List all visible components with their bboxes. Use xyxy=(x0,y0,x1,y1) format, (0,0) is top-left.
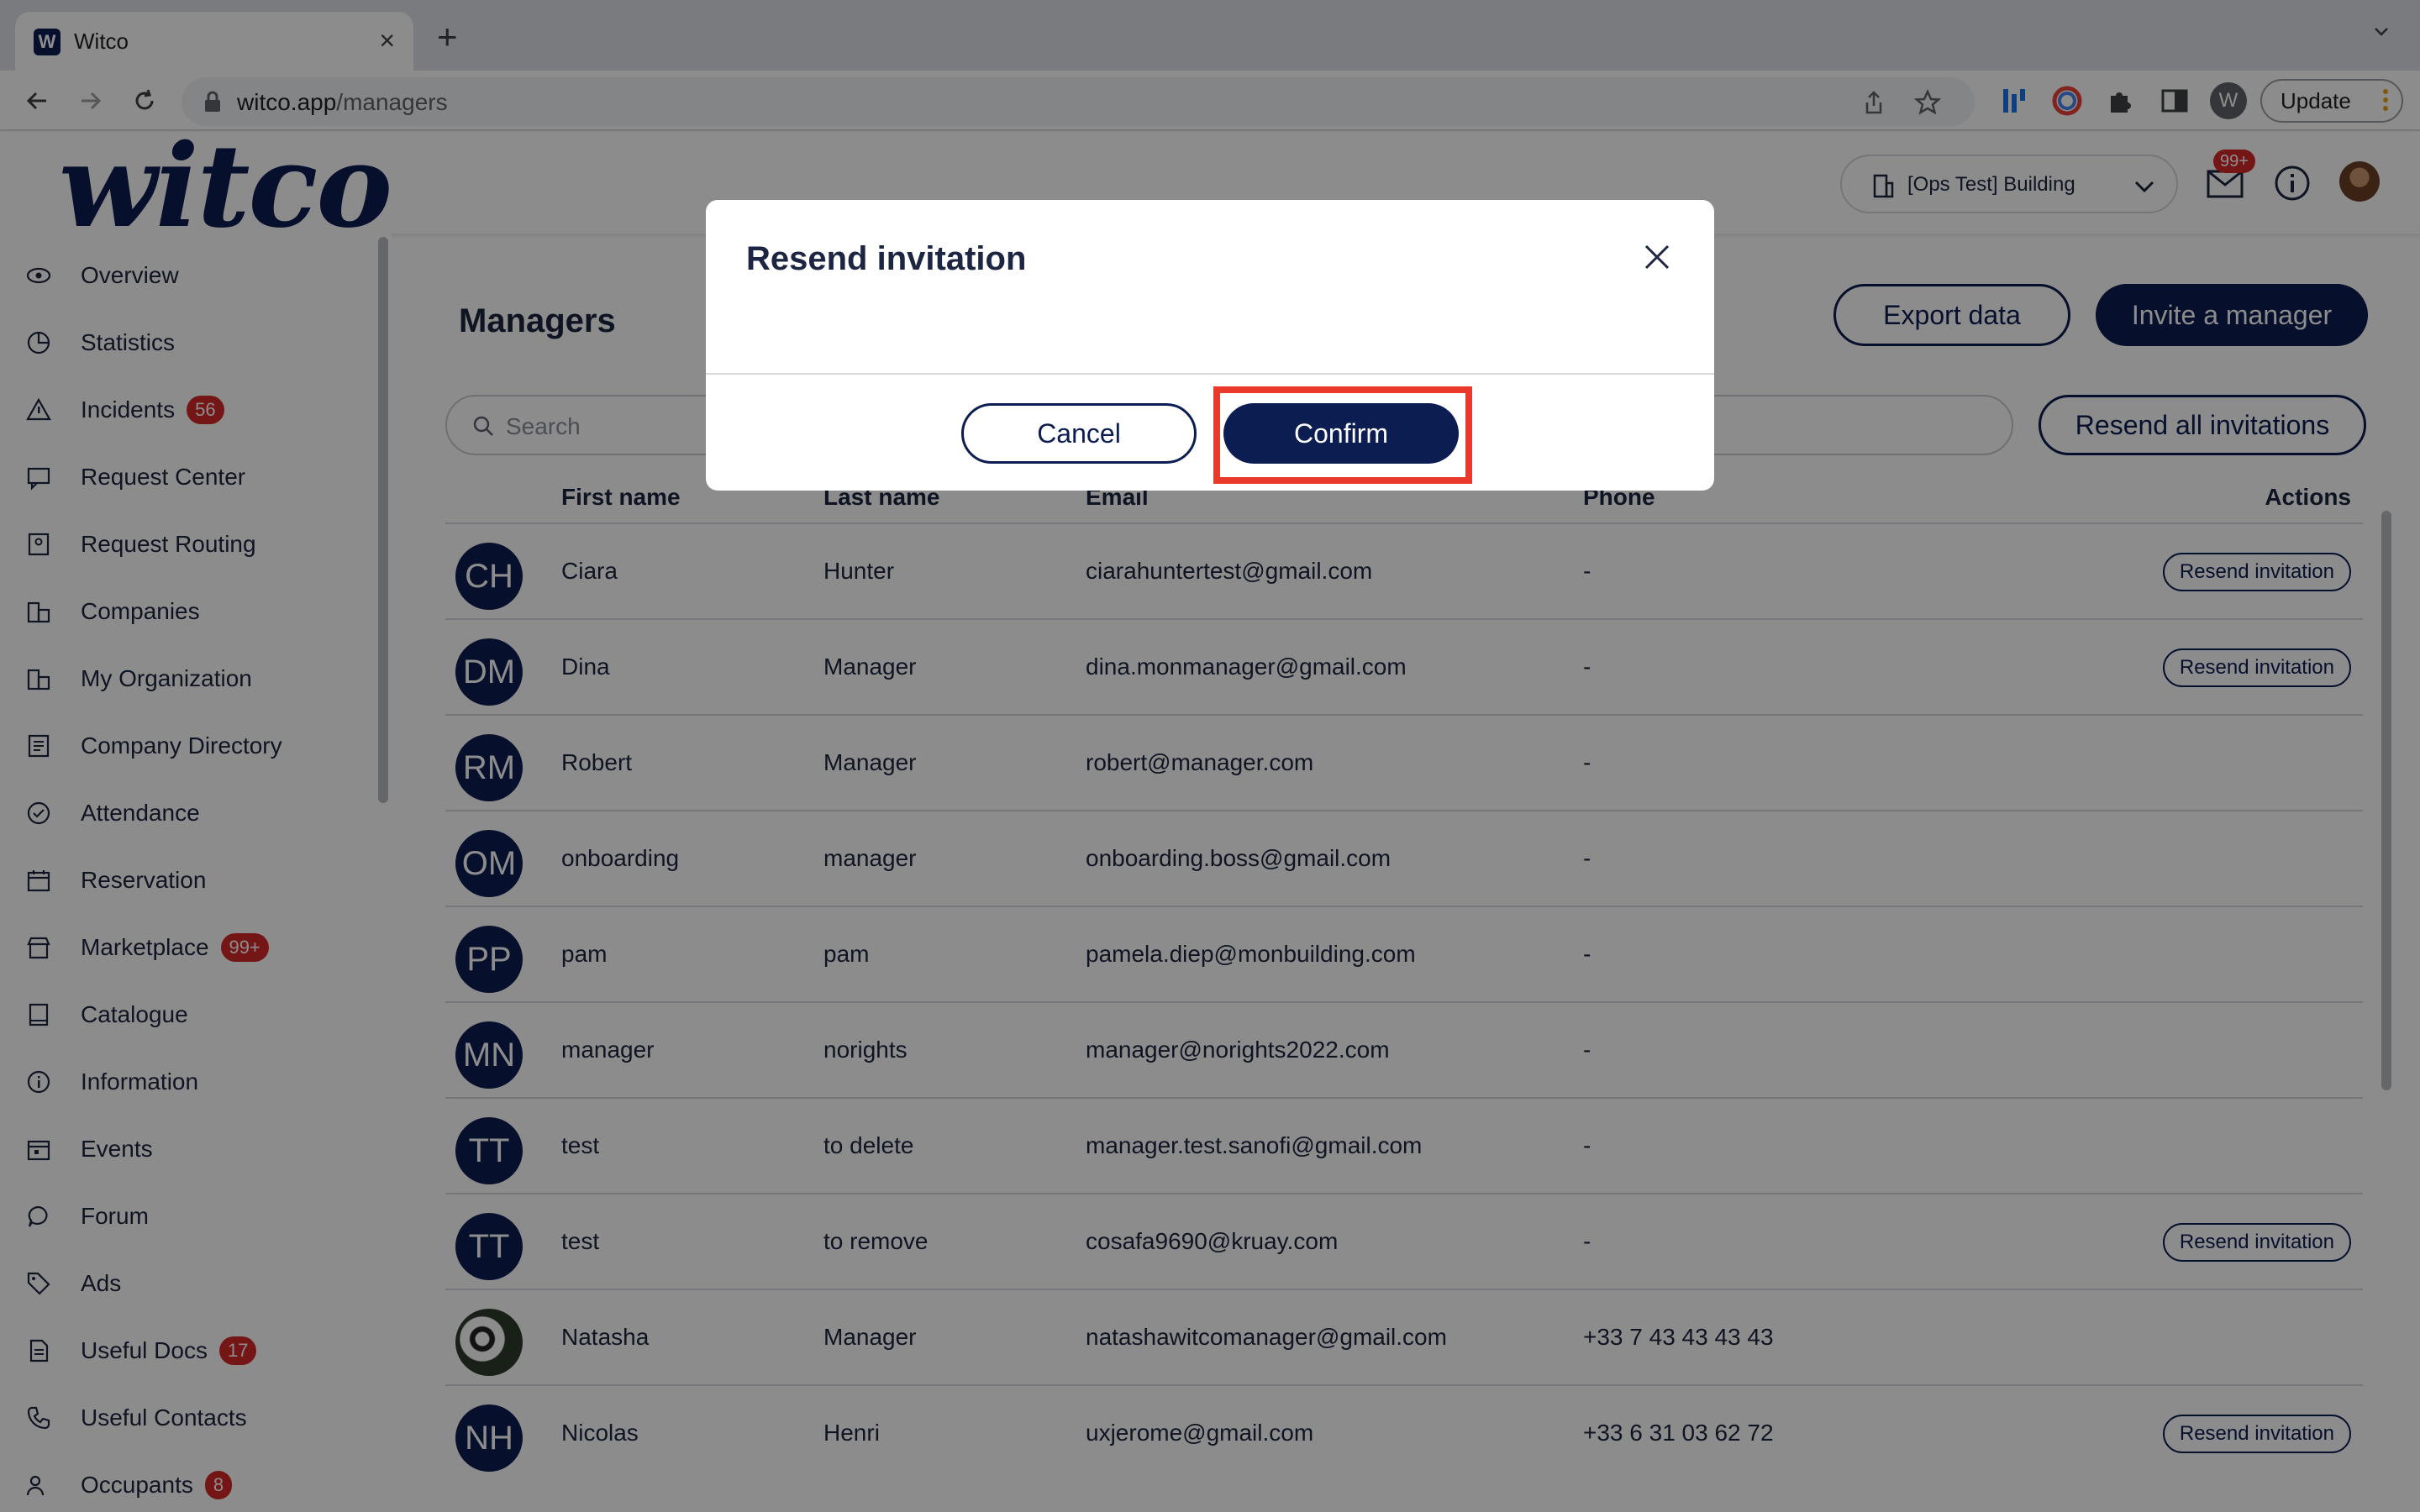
confirm-highlight-box xyxy=(1213,386,1472,484)
resend-invitation-dialog: Resend invitation Cancel Confirm xyxy=(706,200,1714,491)
close-icon[interactable] xyxy=(1644,244,1670,270)
dialog-divider xyxy=(706,373,1714,375)
dialog-title: Resend invitation xyxy=(746,240,1027,277)
cancel-button[interactable]: Cancel xyxy=(961,403,1197,464)
